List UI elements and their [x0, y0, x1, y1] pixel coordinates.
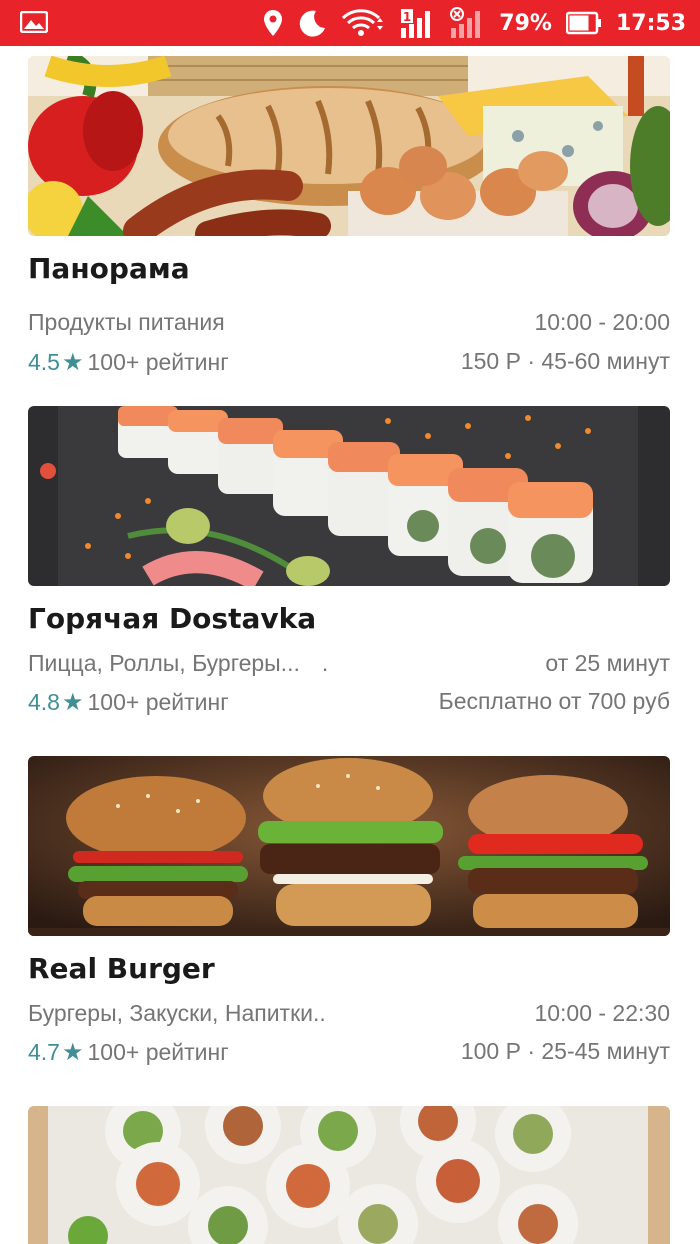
- restaurant-meta-row: 4.7★ 100+ рейтинг 100 Р · 25-45 минут: [28, 1038, 670, 1068]
- restaurant-hours: от 25 минут: [545, 650, 670, 676]
- rating-block: 4.5★ 100+ рейтинг: [28, 348, 229, 377]
- star-icon: ★: [61, 349, 84, 376]
- wifi-icon: [341, 8, 385, 38]
- status-bar: 1 79% 17:53: [0, 0, 700, 46]
- restaurant-name[interactable]: Горячая Dostavka: [28, 602, 316, 635]
- signal-icon: 1: [399, 6, 435, 40]
- rating-value: 4.5: [28, 349, 60, 375]
- restaurant-name[interactable]: Панорама: [28, 252, 190, 285]
- restaurant-name[interactable]: Real Burger: [28, 952, 215, 985]
- restaurant-meta-row: 4.8★ 100+ рейтинг Бесплатно от 700 руб: [28, 688, 670, 718]
- sim-label: 1: [403, 10, 411, 24]
- restaurant-info-row: Пицца, Роллы, Бургеры.... от 25 минут: [28, 650, 670, 680]
- rating-count: 100+ рейтинг: [87, 349, 229, 375]
- restaurant-info-row: Бургеры, Закуски, Напитки.. 10:00 - 22:3…: [28, 1000, 670, 1030]
- rating-block: 4.8★ 100+ рейтинг: [28, 688, 229, 717]
- restaurant-info-row: Продукты питания 10:00 - 20:00: [28, 309, 670, 339]
- rating-value: 4.8: [28, 689, 60, 715]
- restaurant-image[interactable]: [28, 1106, 670, 1244]
- location-icon: [263, 9, 283, 37]
- rating-count: 100+ рейтинг: [87, 1039, 229, 1065]
- delivery-info: 100 Р · 25-45 минут: [460, 1038, 670, 1064]
- restaurant-image[interactable]: [28, 406, 670, 586]
- categories-text: Пицца, Роллы, Бургеры...: [28, 650, 300, 676]
- restaurant-image[interactable]: [28, 56, 670, 236]
- restaurant-categories: Бургеры, Закуски, Напитки..: [28, 1000, 326, 1026]
- restaurant-categories: Продукты питания: [28, 309, 225, 335]
- battery-icon: [565, 10, 602, 36]
- restaurant-categories: Пицца, Роллы, Бургеры....: [28, 650, 328, 677]
- battery-percent: 79%: [499, 10, 552, 36]
- moon-icon: [297, 8, 327, 38]
- star-icon: ★: [61, 1039, 84, 1066]
- clock: 17:53: [615, 10, 686, 36]
- rating-block: 4.7★ 100+ рейтинг: [28, 1038, 229, 1067]
- rating-count: 100+ рейтинг: [87, 689, 229, 715]
- restaurant-hours: 10:00 - 20:00: [534, 309, 670, 335]
- rating-value: 4.7: [28, 1039, 60, 1065]
- restaurant-hours: 10:00 - 22:30: [534, 1000, 670, 1026]
- delivery-info: 150 Р · 45-60 минут: [460, 348, 670, 374]
- no-signal-icon: [449, 6, 485, 40]
- extra-dot: .: [321, 650, 329, 676]
- restaurant-meta-row: 4.5★ 100+ рейтинг 150 Р · 45-60 минут: [28, 348, 670, 378]
- gallery-notification-icon: [20, 11, 48, 33]
- star-icon: ★: [61, 689, 84, 716]
- restaurant-image[interactable]: [28, 756, 670, 936]
- delivery-info: Бесплатно от 700 руб: [438, 688, 670, 714]
